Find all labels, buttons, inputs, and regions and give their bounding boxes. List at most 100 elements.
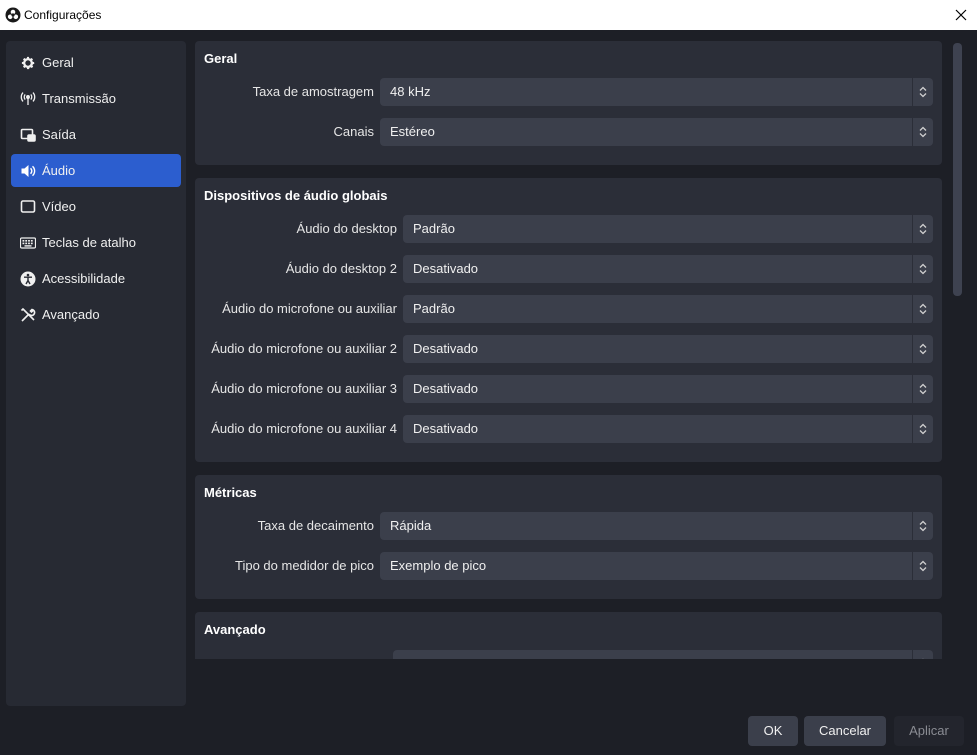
sidebar-item-avancado[interactable]: Avançado — [11, 298, 181, 331]
device-row: Áudio do desktop 2 Desativado — [195, 254, 942, 284]
device-value: Desativado — [413, 421, 479, 436]
device-label: Áudio do microfone ou auxiliar 2 — [211, 341, 397, 356]
chevron-updown-icon — [919, 223, 927, 235]
chevron-updown-icon — [919, 126, 927, 138]
channels-select[interactable]: Estéreo — [380, 118, 933, 146]
peak-meter-select[interactable]: Exemplo de pico — [380, 552, 933, 580]
settings-sidebar: Geral Transmissão Saída Áudio Vídeo Tecl… — [6, 41, 186, 706]
device-row: Áudio do microfone ou auxiliar 3 Desativ… — [195, 374, 942, 404]
sidebar-item-teclas-de-atalho[interactable]: Teclas de atalho — [11, 226, 181, 259]
chevron-updown-icon — [919, 263, 927, 275]
sample-rate-label: Taxa de amostragem — [252, 84, 374, 99]
device-value: Desativado — [413, 261, 479, 276]
combo-arrows — [912, 78, 933, 106]
combo-arrows — [912, 415, 933, 443]
apply-button[interactable]: Aplicar — [894, 716, 964, 746]
sample-rate-select[interactable]: 48 kHz — [380, 78, 933, 106]
combo-arrows — [912, 650, 933, 659]
group-title: Dispositivos de áudio globais — [204, 188, 388, 203]
chevron-updown-icon — [919, 423, 927, 435]
combo-arrows — [912, 118, 933, 146]
decay-rate-value: Rápida — [390, 518, 432, 533]
keyboard-icon — [20, 237, 36, 249]
sample-rate-row: Taxa de amostragem 48 kHz — [195, 77, 942, 107]
device-row: Áudio do microfone ou auxiliar 4 Desativ… — [195, 414, 942, 444]
device-label: Áudio do desktop 2 — [285, 261, 397, 276]
combo-arrows — [912, 552, 933, 580]
gear-icon — [21, 56, 35, 70]
device-row: Áudio do desktop Padrão — [195, 214, 942, 244]
sidebar-item-transmissao[interactable]: Transmissão — [11, 82, 181, 115]
accessibility-icon — [20, 271, 36, 287]
advanced-select[interactable] — [393, 650, 933, 659]
decay-rate-row: Taxa de decaimento Rápida — [195, 511, 942, 541]
sidebar-item-label: Geral — [42, 55, 74, 70]
tools-icon — [20, 307, 36, 322]
group-avancado: Avançado — [195, 612, 942, 659]
group-global-audio-devices: Dispositivos de áudio globais Áudio do d… — [195, 178, 942, 462]
output-icon — [20, 128, 36, 142]
group-geral: Geral Taxa de amostragem 48 kHz Canais E… — [195, 41, 942, 165]
device-value: Desativado — [413, 341, 479, 356]
vertical-scrollbar[interactable] — [951, 41, 964, 659]
chevron-updown-icon — [919, 383, 927, 395]
advanced-row-clipped — [195, 649, 942, 659]
close-button[interactable] — [945, 0, 977, 30]
sidebar-item-video[interactable]: Vídeo — [11, 190, 181, 223]
group-title: Métricas — [204, 485, 257, 500]
combo-arrows — [912, 512, 933, 540]
cancel-button[interactable]: Cancelar — [804, 716, 886, 746]
scrollbar-thumb[interactable] — [953, 43, 962, 296]
sidebar-item-label: Teclas de atalho — [42, 235, 136, 250]
device-value: Desativado — [413, 381, 479, 396]
sidebar-item-label: Saída — [42, 127, 76, 142]
sidebar-item-geral[interactable]: Geral — [11, 46, 181, 79]
group-metricas: Métricas Taxa de decaimento Rápida Tipo … — [195, 475, 942, 599]
obs-logo-icon — [5, 7, 21, 23]
combo-arrows — [912, 255, 933, 283]
combo-arrows — [912, 375, 933, 403]
ok-button[interactable]: OK — [748, 716, 798, 746]
combo-arrows — [912, 335, 933, 363]
close-icon — [955, 9, 967, 21]
combo-arrows — [912, 295, 933, 323]
desktop-audio-select[interactable]: Padrão — [403, 215, 933, 243]
title-bar: Configurações — [0, 0, 977, 30]
chevron-updown-icon — [919, 86, 927, 98]
device-value: Padrão — [413, 221, 455, 236]
peak-meter-value: Exemplo de pico — [390, 558, 487, 573]
chevron-updown-icon — [919, 520, 927, 532]
sidebar-item-label: Transmissão — [42, 91, 116, 106]
sidebar-item-saida[interactable]: Saída — [11, 118, 181, 151]
sidebar-item-label: Vídeo — [42, 199, 76, 214]
window-title: Configurações — [24, 8, 102, 22]
channels-value: Estéreo — [390, 124, 435, 139]
speaker-icon — [21, 165, 36, 177]
device-row: Áudio do microfone ou auxiliar 2 Desativ… — [195, 334, 942, 364]
mic-aux-3-select[interactable]: Desativado — [403, 375, 933, 403]
peak-meter-label: Tipo do medidor de pico — [235, 558, 374, 573]
sidebar-item-acessibilidade[interactable]: Acessibilidade — [11, 262, 181, 295]
group-title: Avançado — [204, 622, 266, 637]
device-value: Padrão — [413, 301, 455, 316]
channels-row: Canais Estéreo — [195, 117, 942, 147]
device-label: Áudio do desktop — [296, 221, 397, 236]
device-label: Áudio do microfone ou auxiliar — [222, 301, 397, 316]
monitor-icon — [20, 200, 36, 213]
sidebar-item-audio[interactable]: Áudio — [11, 154, 181, 187]
sample-rate-value: 48 kHz — [390, 84, 431, 99]
chevron-updown-icon — [919, 343, 927, 355]
sidebar-item-label: Áudio — [42, 163, 76, 178]
desktop-audio-2-select[interactable]: Desativado — [403, 255, 933, 283]
decay-rate-select[interactable]: Rápida — [380, 512, 933, 540]
channels-label: Canais — [333, 124, 374, 139]
chevron-updown-icon — [919, 303, 927, 315]
mic-aux-select[interactable]: Padrão — [403, 295, 933, 323]
mic-aux-4-select[interactable]: Desativado — [403, 415, 933, 443]
combo-arrows — [912, 215, 933, 243]
sidebar-item-label: Avançado — [42, 307, 100, 322]
chevron-updown-icon — [922, 658, 924, 659]
mic-aux-2-select[interactable]: Desativado — [403, 335, 933, 363]
settings-content: Geral Taxa de amostragem 48 kHz Canais E… — [195, 41, 942, 659]
decay-rate-label: Taxa de decaimento — [257, 518, 374, 533]
